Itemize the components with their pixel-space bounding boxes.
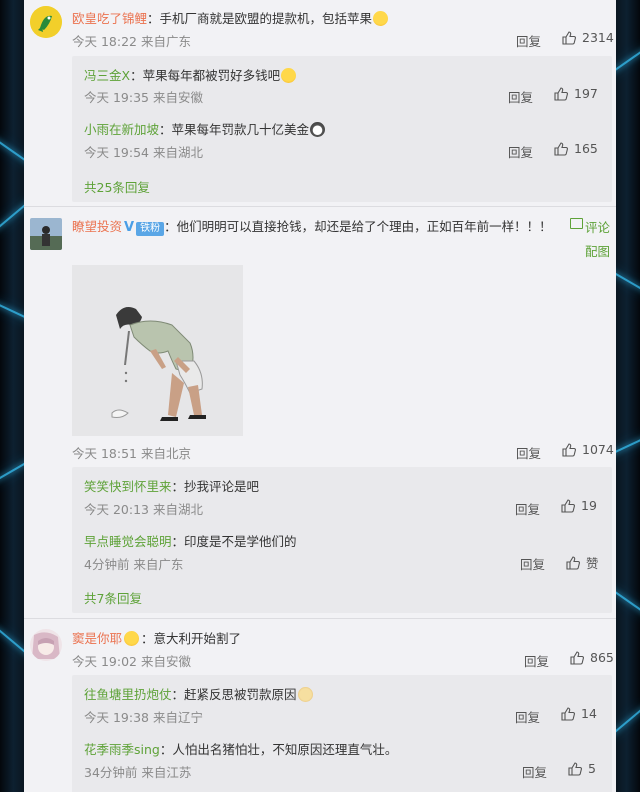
avatar[interactable] — [30, 6, 62, 38]
sub-reply: 冯三金X：苹果每年都被罚好多钱吧 — [84, 65, 297, 84]
like-count: 865 — [590, 650, 614, 665]
reply-text: 抄我评论是吧 — [184, 479, 260, 494]
like-count: 5 — [588, 761, 596, 776]
like-count: 19 — [581, 498, 597, 513]
reply-meta: 今天 19:35 来自安徽 — [84, 90, 203, 105]
like-count: 赞 — [586, 556, 599, 571]
sub-reply: 花季雨季sing：人怕出名猪怕壮，不知原因还理直气壮。 — [84, 742, 398, 757]
reply-text: 人怕出名猪怕壮，不知原因还理直气壮。 — [172, 742, 398, 757]
comment-image-link[interactable]: 评论配图 — [570, 216, 610, 259]
reply-meta: 今天 20:13 来自湖北 — [84, 502, 203, 517]
username[interactable]: 瞭望投资 — [72, 219, 122, 234]
thumbs-up-icon — [570, 650, 584, 665]
like-button[interactable]: 赞 — [566, 553, 599, 572]
comment-meta: 今天 18:51 来自北京 — [72, 446, 191, 461]
comment-panel: 欧皇吃了锦鲤：手机厂商就是欧盟的提款机，包括苹果 今天 18:22 来自广东 回… — [24, 0, 616, 792]
comment-meta: 今天 19:02 来自安徽 — [72, 654, 191, 669]
image-icon — [570, 218, 583, 229]
like-button[interactable]: 5 — [568, 761, 596, 776]
thumbs-up-icon — [568, 761, 582, 776]
avatar[interactable] — [30, 629, 62, 661]
reply-text: 印度是不是学他们的 — [184, 534, 297, 549]
comment-image[interactable] — [72, 265, 243, 436]
reply-button[interactable]: 回复 — [516, 443, 541, 462]
reply-text: 赶紧反思被罚款原因 — [184, 687, 297, 702]
username[interactable]: 早点睡觉会聪明 — [84, 534, 172, 549]
thumbs-up-icon — [562, 442, 576, 457]
thumbs-up-icon — [562, 30, 576, 45]
like-button[interactable]: 865 — [570, 650, 614, 665]
thumbs-up-icon — [554, 141, 568, 156]
like-button[interactable]: 19 — [561, 498, 597, 513]
username[interactable]: 花季雨季sing — [84, 742, 160, 757]
thumbs-up-icon — [561, 706, 575, 721]
username[interactable]: 冯三金X — [84, 68, 130, 83]
divider — [24, 206, 616, 207]
like-button[interactable]: 2314 — [562, 30, 614, 45]
like-count: 197 — [574, 86, 598, 101]
more-replies-link[interactable]: 共25条回复 — [84, 177, 150, 196]
laugh-cry-emoji-icon — [281, 68, 297, 83]
username[interactable]: 小雨在新加坡 — [84, 122, 159, 137]
fan-badge: 铁粉 — [136, 222, 165, 236]
laugh-cry-emoji-icon — [373, 11, 389, 26]
username[interactable]: 欧皇吃了锦鲤 — [72, 11, 147, 26]
like-button[interactable]: 165 — [554, 141, 598, 156]
thumbs-up-icon — [554, 86, 568, 101]
comment-meta: 今天 18:22 来自广东 — [72, 34, 191, 49]
reply-button[interactable]: 回复 — [508, 142, 533, 161]
thumbs-up-icon — [561, 498, 575, 513]
left-border — [0, 0, 24, 792]
reply-meta: 今天 19:38 来自辽宁 — [84, 710, 203, 725]
reply-text: 苹果每年罚款几十亿美金 — [171, 122, 310, 137]
reply-button[interactable]: 回复 — [516, 31, 541, 50]
reply-button[interactable]: 回复 — [508, 87, 533, 106]
verified-v-icon: V — [124, 220, 135, 235]
sub-reply: 笑笑快到怀里来：抄我评论是吧 — [84, 479, 260, 494]
sub-replies: 笑笑快到怀里来：抄我评论是吧 今天 20:13 来自湖北 回复 19 早点睡觉会… — [72, 467, 612, 613]
sub-reply: 往鱼塘里扔炮仗：赶紧反思被罚款原因 — [84, 684, 313, 703]
sub-replies: 冯三金X：苹果每年都被罚好多钱吧 今天 19:35 来自安徽 回复 197 小雨… — [72, 56, 612, 202]
username[interactable]: 笑笑快到怀里来 — [84, 479, 172, 494]
avatar[interactable] — [30, 218, 62, 250]
reply-meta: 4分钟前 来自广东 — [84, 557, 184, 572]
sub-replies: 往鱼塘里扔炮仗：赶紧反思被罚款原因 今天 19:38 来自辽宁 回复 14 花季… — [72, 675, 612, 792]
reply-meta: 34分钟前 来自江苏 — [84, 765, 192, 780]
reply-button[interactable]: 回复 — [515, 499, 540, 518]
sub-reply: 小雨在新加坡：苹果每年罚款几十亿美金 — [84, 119, 326, 138]
comment-text: 手机厂商就是欧盟的提款机，包括苹果 — [159, 11, 373, 26]
comment-image-link-text: 评论配图 — [585, 220, 611, 259]
like-count: 14 — [581, 706, 597, 721]
reply-button[interactable]: 回复 — [522, 762, 547, 781]
like-button[interactable]: 197 — [554, 86, 598, 101]
like-button[interactable]: 14 — [561, 706, 597, 721]
sub-reply: 早点睡觉会聪明：印度是不是学他们的 — [84, 534, 297, 549]
like-count: 165 — [574, 141, 598, 156]
reply-meta: 今天 19:54 来自湖北 — [84, 145, 203, 160]
divider — [24, 618, 616, 619]
username[interactable]: 窦是你耶 — [72, 631, 122, 646]
reply-button[interactable]: 回复 — [515, 707, 540, 726]
like-count: 1074 — [582, 442, 614, 457]
husky-emoji-icon — [310, 122, 326, 137]
reply-text: 苹果每年都被罚好多钱吧 — [142, 68, 281, 83]
reply-button[interactable]: 回复 — [520, 554, 545, 573]
heart-eyes-emoji-icon — [124, 631, 140, 646]
comment-text: 意大利开始割了 — [153, 631, 242, 646]
comment-text: 他们明明可以直接抢钱，却还是给了个理由，正如百年前一样！！！ — [176, 219, 552, 234]
more-replies-link[interactable]: 共7条回复 — [84, 588, 142, 607]
like-button[interactable]: 1074 — [562, 442, 614, 457]
doge-emoji-icon — [297, 687, 313, 702]
username[interactable]: 往鱼塘里扔炮仗 — [84, 687, 172, 702]
reply-button[interactable]: 回复 — [524, 651, 549, 670]
like-count: 2314 — [582, 30, 614, 45]
right-border — [616, 0, 640, 792]
thumbs-up-icon — [566, 555, 580, 570]
